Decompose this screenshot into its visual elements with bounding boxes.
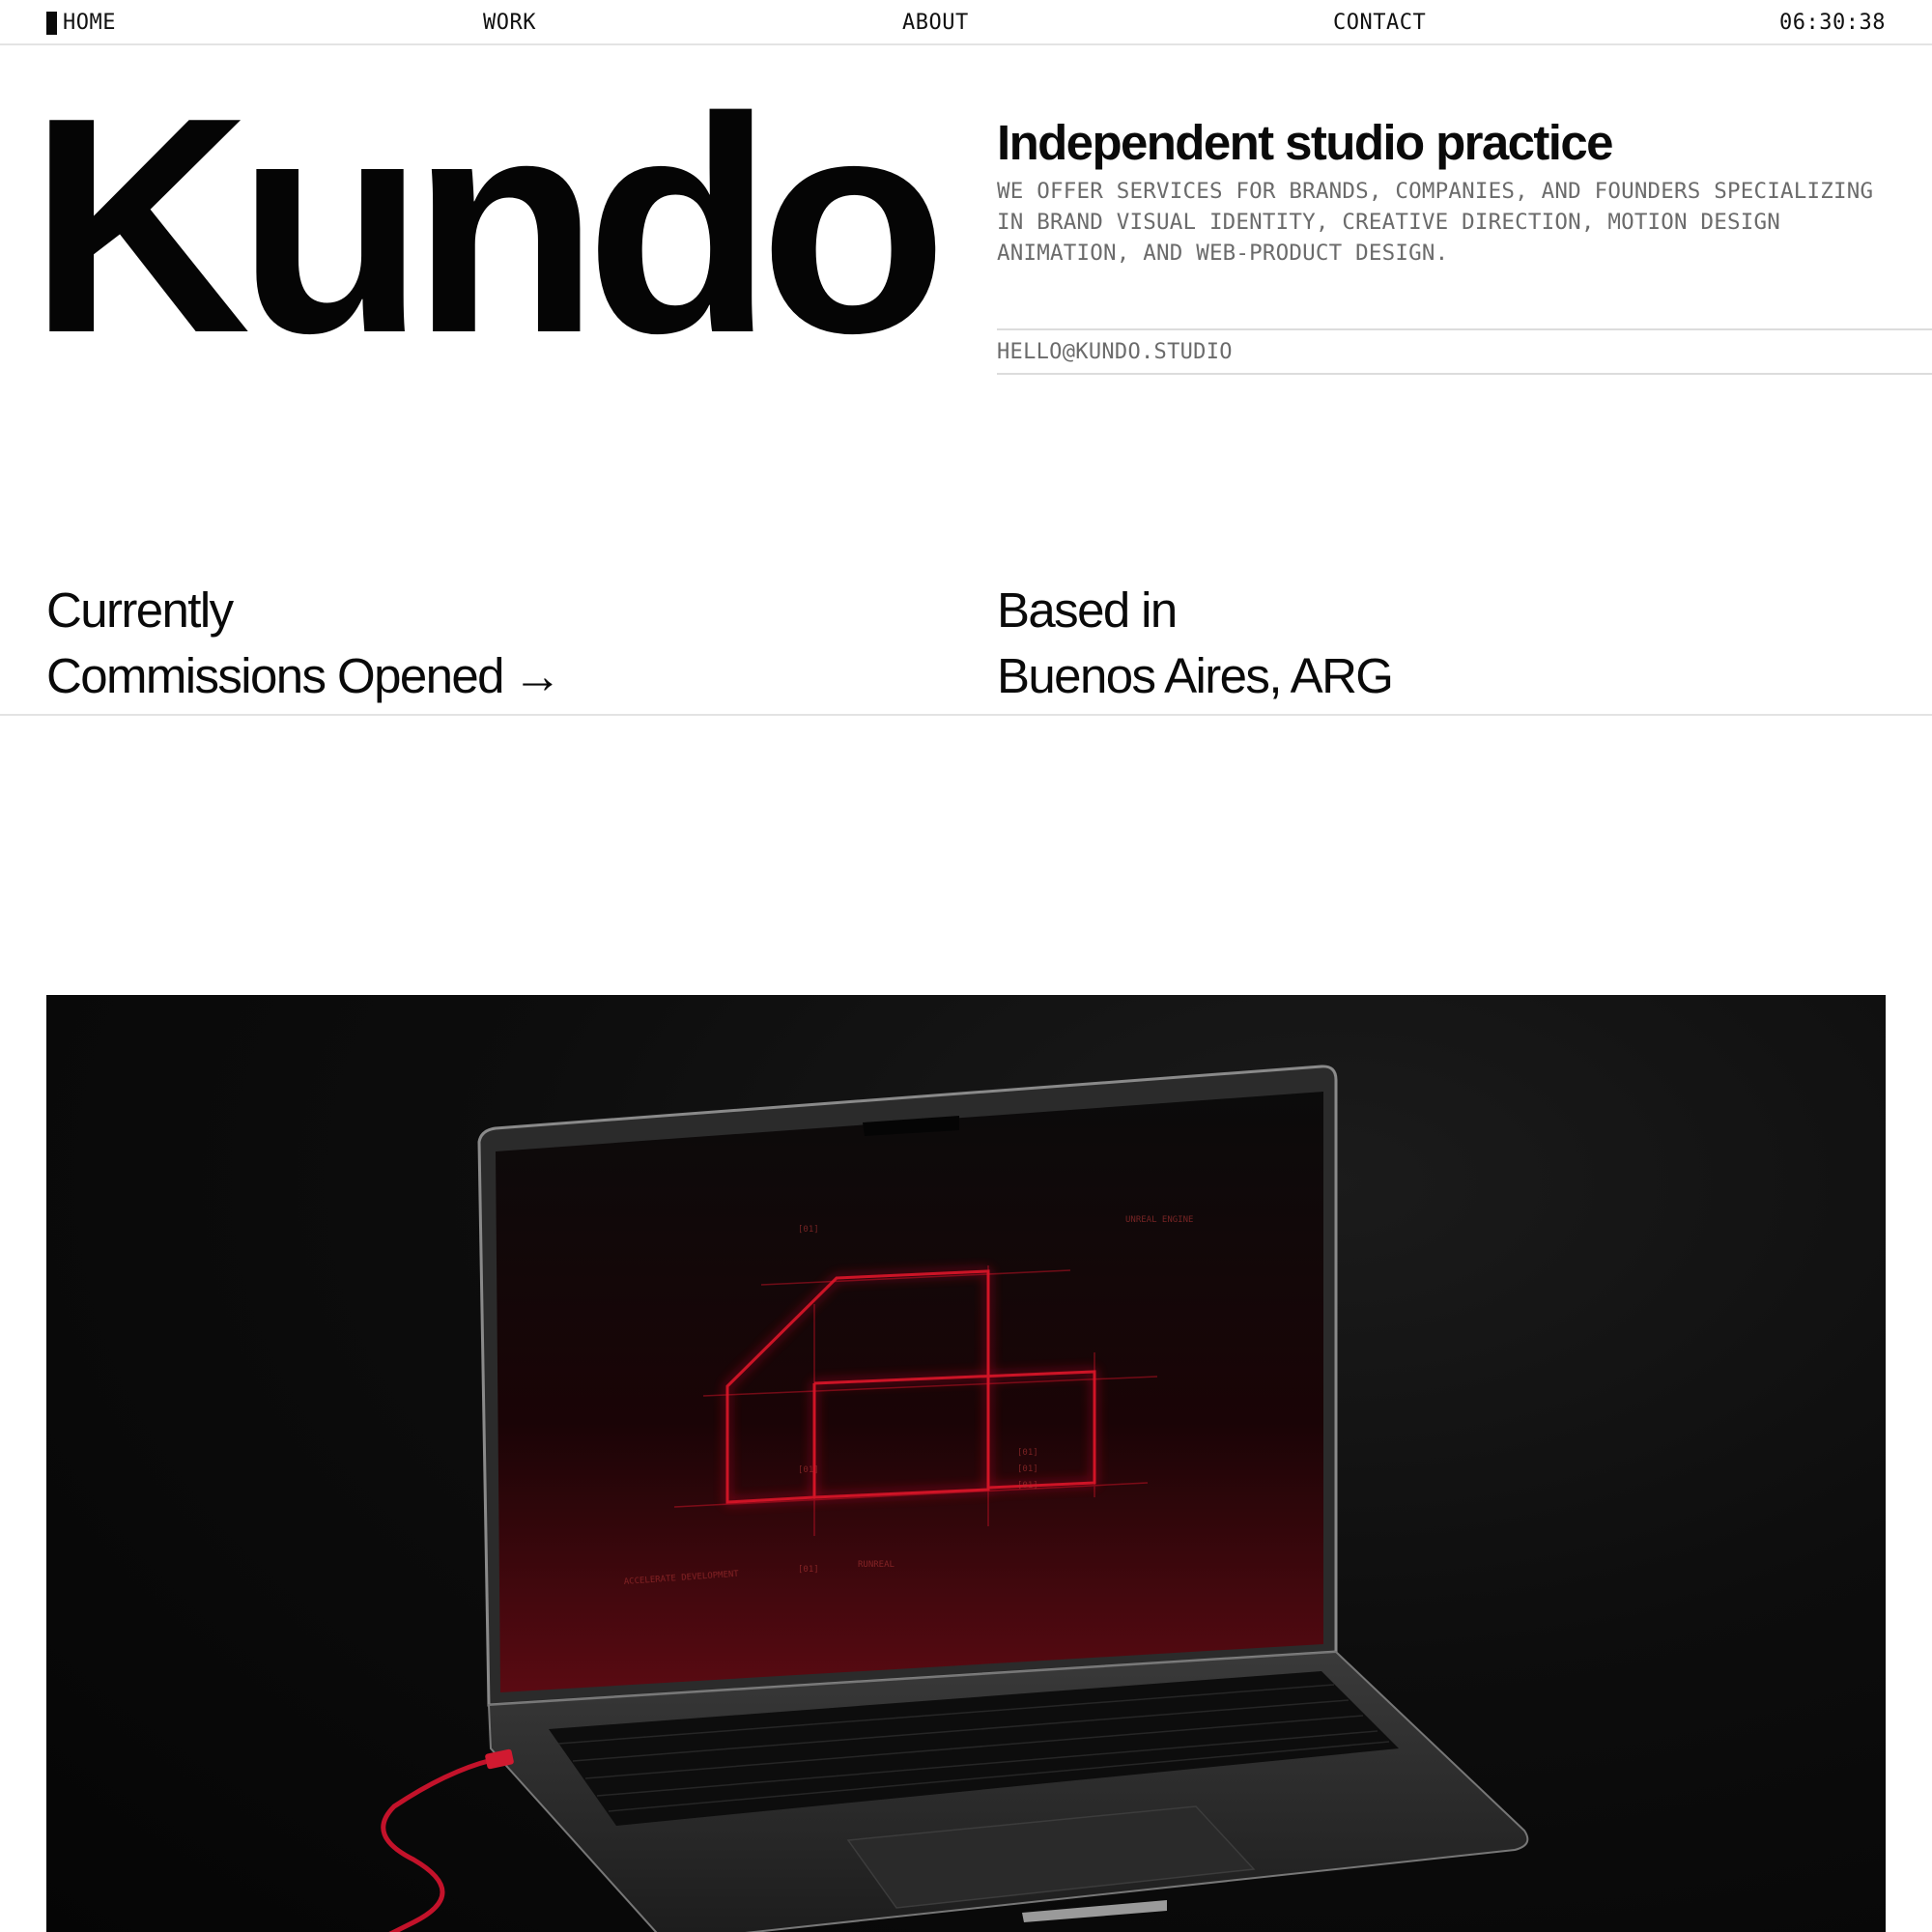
email-row: HELLO@KUNDO.STUDIO <box>997 328 1932 375</box>
location-label: Based in <box>997 582 1178 638</box>
nav-home-label: HOME <box>63 11 116 35</box>
screen-label: [01] <box>1017 1448 1038 1458</box>
screen-label: UNREAL ENGINE <box>1125 1215 1193 1225</box>
hero-laptop-image: [01] [01] [01] [01] [01] [01] RUNREAL AC… <box>46 995 1886 1932</box>
active-indicator-icon <box>46 12 57 35</box>
commission-status[interactable]: Currently Commissions Opened → <box>46 578 562 709</box>
nav-home-link[interactable]: HOME <box>46 10 116 37</box>
location-value: Buenos Aires, ARG <box>997 648 1394 703</box>
screen-label: RUNREAL <box>858 1560 895 1570</box>
section-divider <box>0 714 1932 716</box>
red-cable <box>381 1755 501 1932</box>
screen-label: [01] <box>798 1465 819 1475</box>
top-nav: HOME WORK ABOUT CONTACT 06:30:38 <box>0 0 1932 45</box>
arrow-right-icon: → <box>512 648 562 703</box>
laptop-illustration: [01] [01] [01] [01] [01] [01] RUNREAL AC… <box>381 1065 1529 1932</box>
screen-label: [01] <box>798 1565 819 1575</box>
screen-label: [01] <box>798 1225 819 1235</box>
email-link[interactable]: HELLO@KUNDO.STUDIO <box>997 340 1233 364</box>
screen-label: [01] <box>1017 1481 1038 1491</box>
clock: 06:30:38 <box>1779 11 1886 35</box>
nav-work-link[interactable]: WORK <box>483 10 536 37</box>
nav-about-link[interactable]: ABOUT <box>902 10 969 37</box>
front-lip <box>1022 1900 1167 1922</box>
location-info: Based in Buenos Aires, ARG <box>997 578 1394 709</box>
nav-contact-link[interactable]: CONTACT <box>1333 10 1426 37</box>
intro-description: WE OFFER SERVICES FOR BRANDS, COMPANIES,… <box>997 179 1874 266</box>
status-label: Currently <box>46 582 234 638</box>
status-text: Commissions Opened <box>46 648 505 703</box>
studio-logo-wordmark: Kundo <box>29 54 948 397</box>
intro-title: Independent studio practice <box>997 115 1613 170</box>
status-value: Commissions Opened → <box>46 643 562 709</box>
screen-label: [01] <box>1017 1464 1038 1474</box>
laptop-screen <box>496 1092 1323 1692</box>
